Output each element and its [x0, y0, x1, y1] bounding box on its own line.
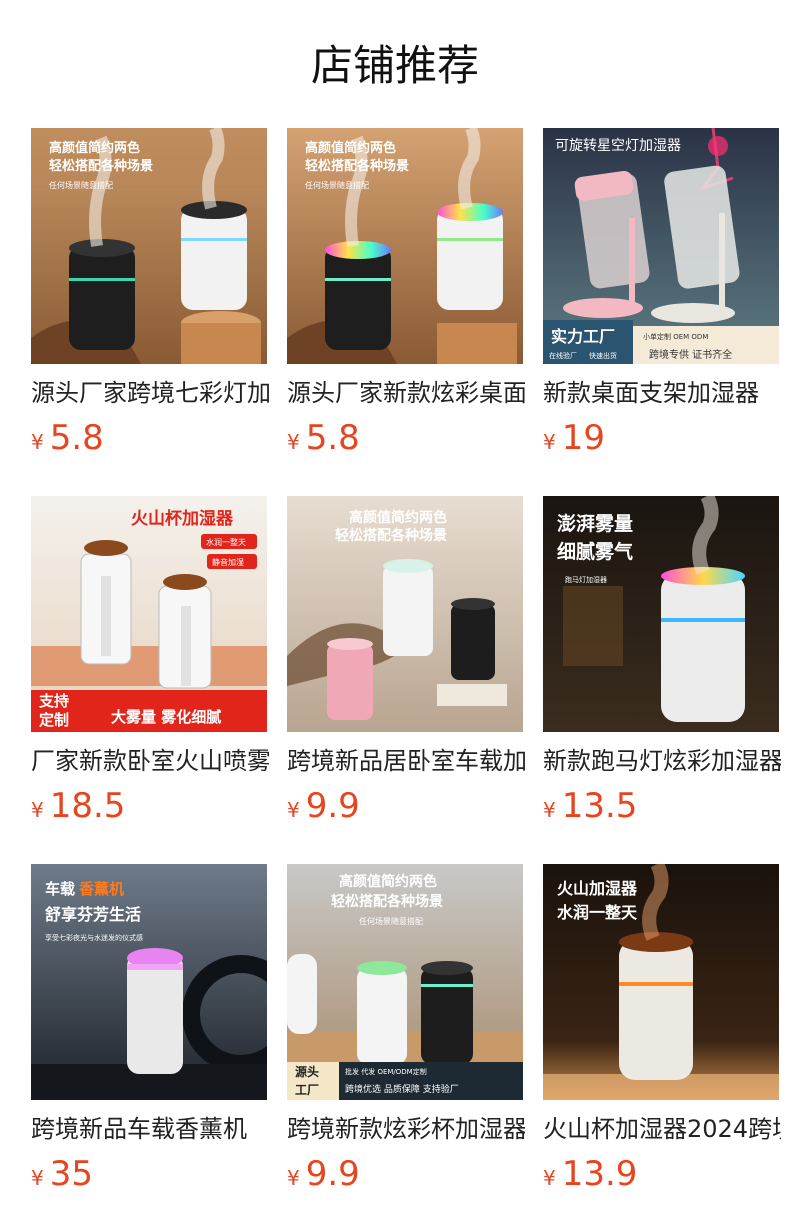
product-name[interactable]: 跨境新品居卧室车载加湿器	[287, 744, 525, 778]
image-caption: 实力工厂	[551, 327, 615, 346]
price-value: 5.8	[305, 418, 360, 458]
image-caption: 跑马灯加湿器	[565, 575, 607, 584]
price-value: 19	[561, 418, 605, 458]
currency-symbol: ¥	[543, 798, 556, 822]
image-caption: 轻松搭配各种场景	[305, 158, 409, 174]
image-caption: 火山加湿器	[557, 879, 638, 898]
product-price: ¥9.9	[287, 786, 360, 826]
image-caption: 小单定制 OEM ODM	[643, 332, 708, 341]
image-caption: 舒享芬芳生活	[45, 905, 141, 924]
currency-symbol: ¥	[287, 1166, 300, 1190]
image-caption: 轻松搭配各种场景	[49, 158, 153, 174]
currency-symbol: ¥	[287, 430, 300, 454]
image-caption: 任何场景随意搭配	[305, 180, 369, 190]
currency-symbol: ¥	[543, 1166, 556, 1190]
image-caption: 香薰机	[79, 880, 124, 898]
product-grid: 高颜值简约两色 轻松搭配各种场景 任何场景随意搭配 源头厂家跨境七彩灯加湿器 ¥…	[31, 128, 781, 1232]
image-caption: 火山杯加湿器	[131, 508, 234, 529]
image-caption: 跨境专供 证书齐全	[649, 348, 732, 361]
product-image[interactable]: 澎湃雾量 细腻雾气 跑马灯加湿器	[543, 496, 779, 732]
product-image[interactable]: 可旋转星空灯加湿器 实力工厂 小单定制 OEM ODM 在线验厂 快速出货 跨境…	[543, 128, 779, 364]
product-name[interactable]: 火山杯加湿器2024跨境新款	[543, 1112, 781, 1146]
product-card[interactable]: 高颜值简约两色 轻松搭配各种场景 跨境新品居卧室车载加湿器 ¥9.9	[287, 496, 525, 864]
currency-symbol: ¥	[31, 430, 44, 454]
image-caption: 支持	[38, 692, 69, 710]
price-value: 18.5	[49, 786, 126, 826]
product-price: ¥19	[543, 418, 605, 458]
product-price: ¥5.8	[287, 418, 360, 458]
product-card[interactable]: 高颜值简约两色 轻松搭配各种场景 任何场景随意搭配 源头厂家跨境七彩灯加湿器 ¥…	[31, 128, 269, 496]
product-name[interactable]: 跨境新品车载香薰机	[31, 1112, 269, 1146]
product-card[interactable]: 车载 香薰机 舒享芬芳生活 享受七彩夜光与水迷发的仪式感 跨境新品车载香薰机 ¥…	[31, 864, 267, 1232]
image-caption: 轻松搭配各种场景	[331, 893, 443, 910]
price-value: 35	[49, 1154, 93, 1194]
image-caption: 在线验厂	[549, 351, 577, 360]
product-card[interactable]: 可旋转星空灯加湿器 实力工厂 小单定制 OEM ODM 在线验厂 快速出货 跨境…	[543, 128, 779, 496]
product-price: ¥13.9	[543, 1154, 637, 1194]
price-value: 13.5	[561, 786, 638, 826]
product-price: ¥5.8	[31, 418, 104, 458]
product-price: ¥13.5	[543, 786, 637, 826]
page-title: 店铺推荐	[310, 41, 479, 90]
product-image[interactable]: 火山加湿器 水润一整天	[543, 864, 779, 1100]
product-name[interactable]: 源头厂家新款炫彩桌面加湿器	[287, 376, 525, 410]
image-caption: 可旋转星空灯加湿器	[555, 138, 681, 154]
product-card[interactable]: 澎湃雾量 细腻雾气 跑马灯加湿器 新款跑马灯炫彩加湿器 ¥13.5	[543, 496, 781, 864]
product-image[interactable]: 高颜值简约两色 轻松搭配各种场景	[287, 496, 523, 732]
image-caption: 任何场景随意搭配	[49, 180, 113, 190]
price-value: 13.9	[561, 1154, 638, 1194]
image-caption: 享受七彩夜光与水迷发的仪式感	[45, 933, 143, 942]
store-recommendation-page: 店铺推荐 高颜值简约两色 轻松搭配各种场景 任何场景随意搭配 源头厂家跨境七彩灯…	[0, 0, 790, 1232]
image-caption: 源头	[295, 1064, 319, 1079]
image-caption: 快速出货	[589, 351, 617, 360]
image-caption: 水润一整天	[557, 903, 638, 922]
product-card[interactable]: 高颜值简约两色 轻松搭配各种场景 任何场景随意搭配 源头厂家新款炫彩桌面加湿器 …	[287, 128, 525, 496]
currency-symbol: ¥	[31, 798, 44, 822]
image-caption: 高颜值简约两色	[49, 140, 140, 156]
image-caption: 跨境优选 品质保障 支持验厂	[345, 1083, 459, 1095]
product-price: ¥35	[31, 1154, 93, 1194]
price-value: 5.8	[49, 418, 104, 458]
product-price: ¥18.5	[31, 786, 125, 826]
product-name[interactable]: 新款跑马灯炫彩加湿器	[543, 744, 781, 778]
product-image[interactable]: 火山杯加湿器 水润一整天 静音加湿 支持 定制 大雾量 雾化细腻	[31, 496, 267, 732]
product-name[interactable]: 源头厂家跨境七彩灯加湿器	[31, 376, 269, 410]
product-name[interactable]: 跨境新款炫彩杯加湿器	[287, 1112, 525, 1146]
image-caption: 高颜值简约两色	[349, 509, 447, 526]
product-image[interactable]: 高颜值简约两色 轻松搭配各种场景 任何场景随意搭配	[31, 128, 267, 364]
product-card[interactable]: 火山杯加湿器 水润一整天 静音加湿 支持 定制 大雾量 雾化细腻 厂家新款卧室火…	[31, 496, 269, 864]
image-caption: 批发 代发 OEM/ODM定制	[345, 1067, 427, 1076]
product-image[interactable]: 高颜值简约两色 轻松搭配各种场景 任何场景随意搭配	[287, 128, 523, 364]
product-image[interactable]: 车载 香薰机 舒享芬芳生活 享受七彩夜光与水迷发的仪式感	[31, 864, 267, 1100]
price-value: 9.9	[305, 1154, 360, 1194]
currency-symbol: ¥	[31, 1166, 44, 1190]
image-caption: 静音加湿	[212, 557, 244, 567]
image-caption: 细腻雾气	[557, 540, 633, 563]
price-value: 9.9	[305, 786, 360, 826]
image-caption: 工厂	[295, 1083, 319, 1097]
image-caption: 高颜值简约两色	[305, 140, 396, 156]
image-caption: 大雾量 雾化细腻	[111, 708, 221, 726]
image-caption: 水润一整天	[206, 537, 246, 547]
image-caption: 高颜值简约两色	[339, 873, 437, 890]
product-name[interactable]: 新款桌面支架加湿器	[543, 376, 781, 410]
currency-symbol: ¥	[287, 798, 300, 822]
image-caption: 定制	[39, 711, 69, 729]
image-caption: 轻松搭配各种场景	[335, 527, 447, 544]
product-name[interactable]: 厂家新款卧室火山喷雾加湿器	[31, 744, 269, 778]
image-caption: 澎湃雾量	[557, 512, 633, 535]
product-image[interactable]: 高颜值简约两色 轻松搭配各种场景 任何场景随意搭配 源头 工厂 批发 代发 OE…	[287, 864, 523, 1100]
image-caption: 任何场景随意搭配	[359, 916, 423, 926]
product-card[interactable]: 火山加湿器 水润一整天 火山杯加湿器2024跨境新款 ¥13.9	[543, 864, 781, 1232]
currency-symbol: ¥	[543, 430, 556, 454]
product-card[interactable]: 高颜值简约两色 轻松搭配各种场景 任何场景随意搭配 源头 工厂 批发 代发 OE…	[287, 864, 525, 1232]
product-price: ¥9.9	[287, 1154, 360, 1194]
image-caption: 车载	[45, 880, 75, 898]
